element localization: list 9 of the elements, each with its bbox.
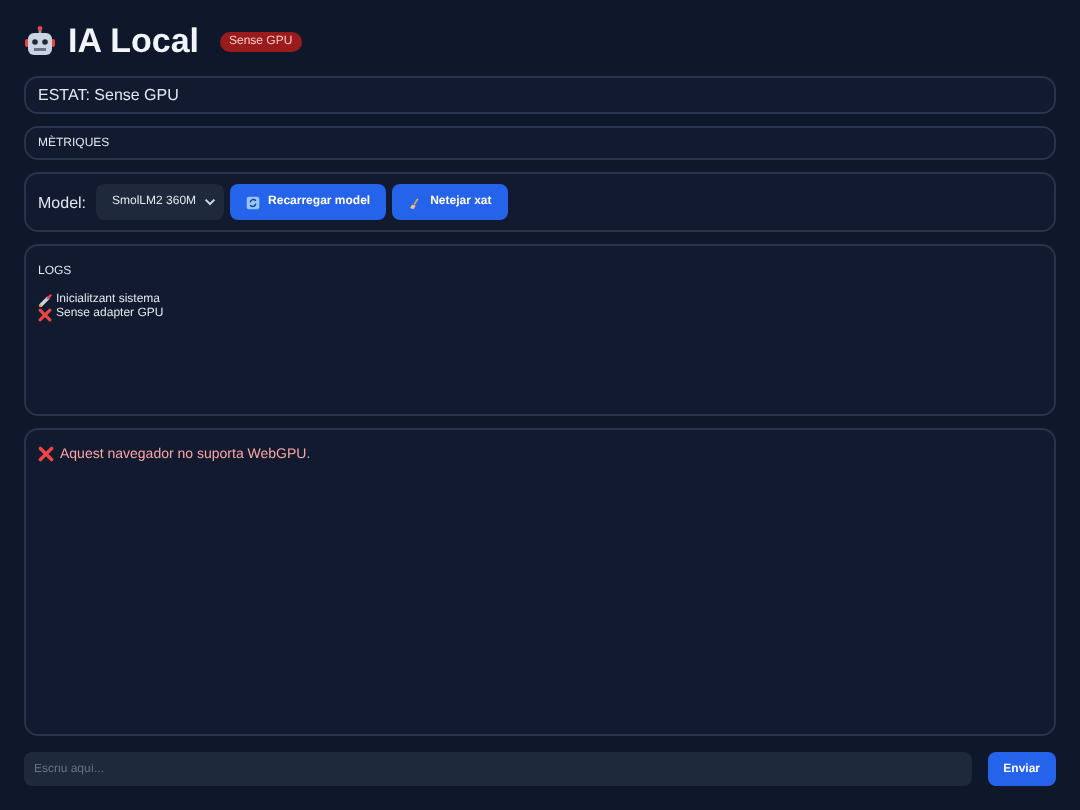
chevron-icon bbox=[204, 198, 217, 206]
broom-icon bbox=[408, 195, 423, 209]
model-label: Model: bbox=[38, 193, 87, 211]
cross-icon bbox=[38, 446, 54, 462]
refresh-icon bbox=[246, 195, 261, 209]
status-text: ESTAT: Sense GPU bbox=[38, 86, 179, 104]
robot-icon bbox=[24, 26, 56, 58]
cross-icon bbox=[38, 308, 52, 322]
app-title: IA Local bbox=[68, 22, 199, 62]
